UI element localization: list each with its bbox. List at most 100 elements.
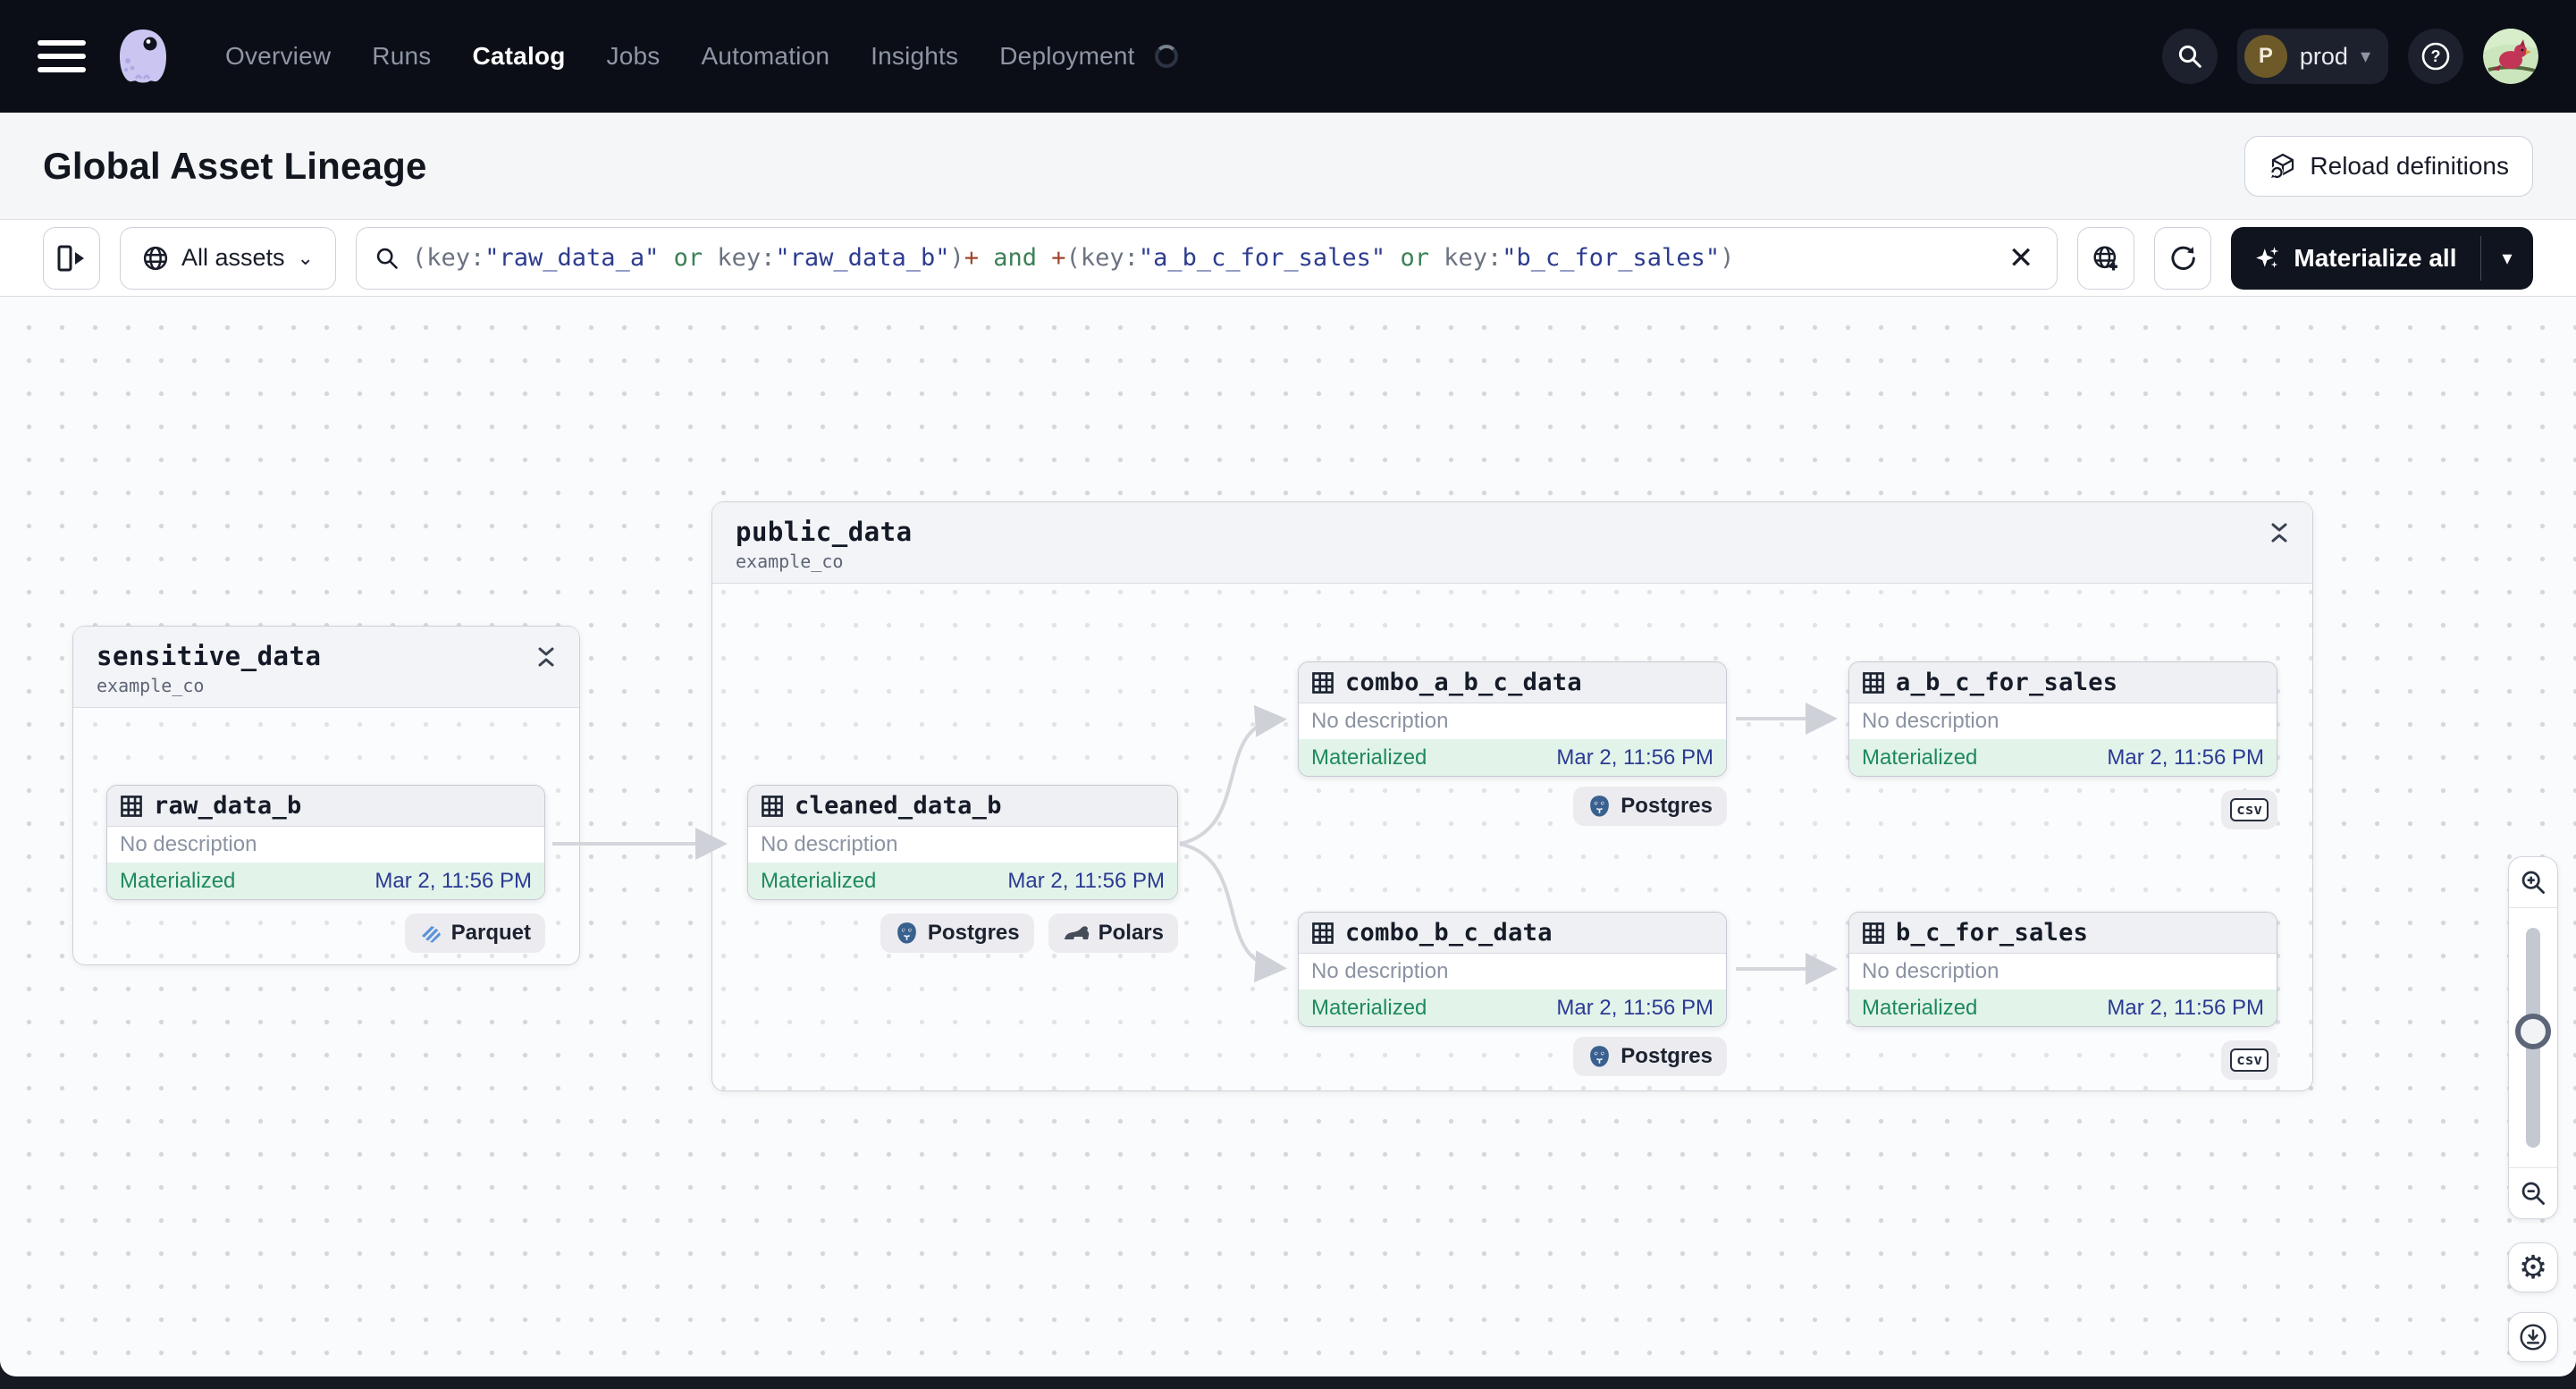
asset-name: b_c_for_sales bbox=[1896, 919, 2089, 947]
user-avatar[interactable] bbox=[2483, 29, 2538, 84]
kind-badge-postgres[interactable]: Postgres bbox=[1573, 787, 1727, 826]
nav-item-runs[interactable]: Runs bbox=[372, 42, 431, 71]
graph-settings-button[interactable]: ⚙ bbox=[2508, 1242, 2558, 1292]
asset-node-header: cleaned_data_b bbox=[748, 786, 1177, 827]
filter-scope-button[interactable] bbox=[2077, 226, 2135, 290]
deployment-switcher[interactable]: P prod ▾ bbox=[2236, 29, 2388, 84]
open-panel-button[interactable] bbox=[43, 226, 100, 290]
asset-status: Materialized bbox=[1311, 995, 1427, 1020]
csv-icon: csv bbox=[2230, 1048, 2269, 1073]
kind-badge-parquet[interactable]: Parquet bbox=[404, 913, 545, 953]
asset-status: Materialized bbox=[1862, 745, 1978, 770]
asset-node-cleaned-data-b[interactable]: cleaned_data_b No description Materializ… bbox=[747, 785, 1178, 900]
top-nav: Overview Runs Catalog Jobs Automation In… bbox=[0, 0, 2576, 113]
asset-description: No description bbox=[107, 827, 544, 863]
nav-item-jobs[interactable]: Jobs bbox=[607, 42, 661, 71]
asset-timestamp-link[interactable]: Mar 2, 11:56 PM bbox=[1556, 996, 1713, 1021]
deployment-name: prod bbox=[2299, 42, 2348, 70]
asset-timestamp-link[interactable]: Mar 2, 11:56 PM bbox=[1007, 869, 1165, 894]
expand-panel-icon bbox=[57, 245, 84, 271]
reload-cube-icon bbox=[2269, 153, 2294, 179]
kind-badge-postgres[interactable]: Postgres bbox=[1573, 1037, 1727, 1076]
query-segment: "b_c_for_sales" bbox=[1502, 244, 1721, 272]
query-segment: "a_b_c_for_sales" bbox=[1138, 244, 1386, 272]
nav-item-deployment[interactable]: Deployment bbox=[999, 42, 1134, 71]
zoom-panel bbox=[2508, 856, 2558, 1219]
kind-badge-label: Polars bbox=[1098, 921, 1164, 945]
download-image-button[interactable] bbox=[2508, 1312, 2558, 1362]
lineage-toolbar: All assets ⌄ (key:"raw_data_a" or key:"r… bbox=[0, 220, 2576, 297]
edge-cleaned-to-combo-abc bbox=[1179, 704, 1287, 846]
asset-node-combo-a-b-c-data[interactable]: combo_a_b_c_data No description Material… bbox=[1298, 661, 1727, 777]
asset-scope-label: All assets bbox=[181, 244, 285, 271]
gear-icon: ⚙ bbox=[2518, 1249, 2548, 1285]
zoom-out-button[interactable] bbox=[2509, 1168, 2557, 1218]
asset-timestamp-link[interactable]: Mar 2, 11:56 PM bbox=[2107, 745, 2264, 770]
lineage-canvas[interactable]: sensitive_data example_co public_data ex… bbox=[0, 297, 2576, 1376]
asset-status-bar: Materialized Mar 2, 11:56 PM bbox=[1849, 989, 2277, 1026]
reload-definitions-button[interactable]: Reload definitions bbox=[2244, 135, 2533, 197]
query-segment: key: bbox=[1444, 244, 1503, 272]
asset-status-bar: Materialized Mar 2, 11:56 PM bbox=[1299, 739, 1726, 776]
help-button[interactable]: ? bbox=[2408, 29, 2463, 84]
kind-badge-postgres[interactable]: Postgres bbox=[880, 913, 1034, 953]
chevron-down-icon: ⌄ bbox=[297, 246, 314, 269]
kind-badge-label: Postgres bbox=[927, 921, 1020, 945]
query-segment: ) bbox=[949, 244, 964, 272]
asset-node-b-c-for-sales[interactable]: b_c_for_sales No description Materialize… bbox=[1848, 912, 2277, 1027]
clear-search-button[interactable]: ✕ bbox=[2003, 243, 2040, 274]
reload-definitions-label: Reload definitions bbox=[2310, 151, 2509, 180]
asset-timestamp-link[interactable]: Mar 2, 11:56 PM bbox=[2107, 996, 2264, 1021]
asset-node-raw-data-b[interactable]: raw_data_b No description Materialized M… bbox=[106, 785, 545, 900]
zoom-slider[interactable] bbox=[2509, 907, 2557, 1168]
asset-timestamp-link[interactable]: Mar 2, 11:56 PM bbox=[375, 869, 532, 894]
zoom-slider-thumb[interactable] bbox=[2515, 1014, 2551, 1049]
menu-icon[interactable] bbox=[38, 38, 86, 74]
sparkles-icon bbox=[2256, 246, 2279, 268]
asset-scope-dropdown[interactable]: All assets ⌄ bbox=[120, 226, 336, 290]
asset-status: Materialized bbox=[1862, 995, 1978, 1020]
asset-name: combo_a_b_c_data bbox=[1345, 669, 1582, 696]
kind-badge-label: Postgres bbox=[1621, 1044, 1713, 1068]
query-segment: or bbox=[659, 244, 718, 272]
zoom-out-icon bbox=[2521, 1182, 2545, 1205]
chevron-down-icon: ▾ bbox=[2360, 45, 2370, 67]
kind-badge-csv[interactable]: csv bbox=[2221, 1040, 2277, 1080]
asset-status-bar: Materialized Mar 2, 11:56 PM bbox=[748, 863, 1177, 899]
asset-status-bar: Materialized Mar 2, 11:56 PM bbox=[1299, 989, 1726, 1026]
asset-node-header: raw_data_b bbox=[107, 786, 544, 827]
materialize-options-button[interactable]: ▾ bbox=[2481, 227, 2533, 290]
materialize-all-button[interactable]: Materialize all bbox=[2231, 227, 2479, 290]
table-icon bbox=[1863, 671, 1884, 694]
asset-badges-a-b-c-for-sales: csv bbox=[2221, 790, 2277, 829]
query-segment: (key: bbox=[411, 244, 485, 272]
nav-item-overview[interactable]: Overview bbox=[225, 42, 331, 71]
dagster-logo-icon[interactable] bbox=[114, 27, 172, 86]
query-segment: "raw_data_b" bbox=[775, 244, 950, 272]
refresh-button[interactable] bbox=[2154, 226, 2212, 290]
asset-badges-combo-a-b-c-data: Postgres bbox=[1573, 787, 1727, 826]
asset-description: No description bbox=[1849, 703, 2277, 739]
asset-node-combo-b-c-data[interactable]: combo_b_c_data No description Materializ… bbox=[1298, 912, 1727, 1027]
asset-name: a_b_c_for_sales bbox=[1896, 669, 2118, 696]
nav-item-catalog[interactable]: Catalog bbox=[472, 42, 565, 71]
asset-node-a-b-c-for-sales[interactable]: a_b_c_for_sales No description Materiali… bbox=[1848, 661, 2277, 777]
kind-badge-csv[interactable]: csv bbox=[2221, 790, 2277, 829]
asset-search-input[interactable]: (key:"raw_data_a" or key:"raw_data_b")+ … bbox=[355, 226, 2058, 290]
query-segment: + bbox=[1051, 244, 1066, 272]
table-icon bbox=[121, 795, 142, 817]
query-segment: + bbox=[964, 244, 980, 272]
query-segment: key: bbox=[717, 244, 776, 272]
asset-timestamp-link[interactable]: Mar 2, 11:56 PM bbox=[1556, 745, 1713, 770]
table-icon bbox=[762, 795, 783, 817]
asset-node-header: b_c_for_sales bbox=[1849, 913, 2277, 954]
table-icon bbox=[1312, 922, 1334, 944]
page-header: Global Asset Lineage Reload definitions bbox=[0, 113, 2576, 220]
search-button[interactable] bbox=[2161, 29, 2218, 84]
nav-item-insights[interactable]: Insights bbox=[871, 42, 958, 71]
nav-item-automation[interactable]: Automation bbox=[702, 42, 830, 71]
kind-badge-polars[interactable]: Polars bbox=[1048, 913, 1178, 953]
canvas-controls: ⚙ bbox=[2508, 856, 2558, 1362]
zoom-in-button[interactable] bbox=[2509, 857, 2557, 907]
search-query[interactable]: (key:"raw_data_a" or key:"raw_data_b")+ … bbox=[412, 244, 1991, 272]
